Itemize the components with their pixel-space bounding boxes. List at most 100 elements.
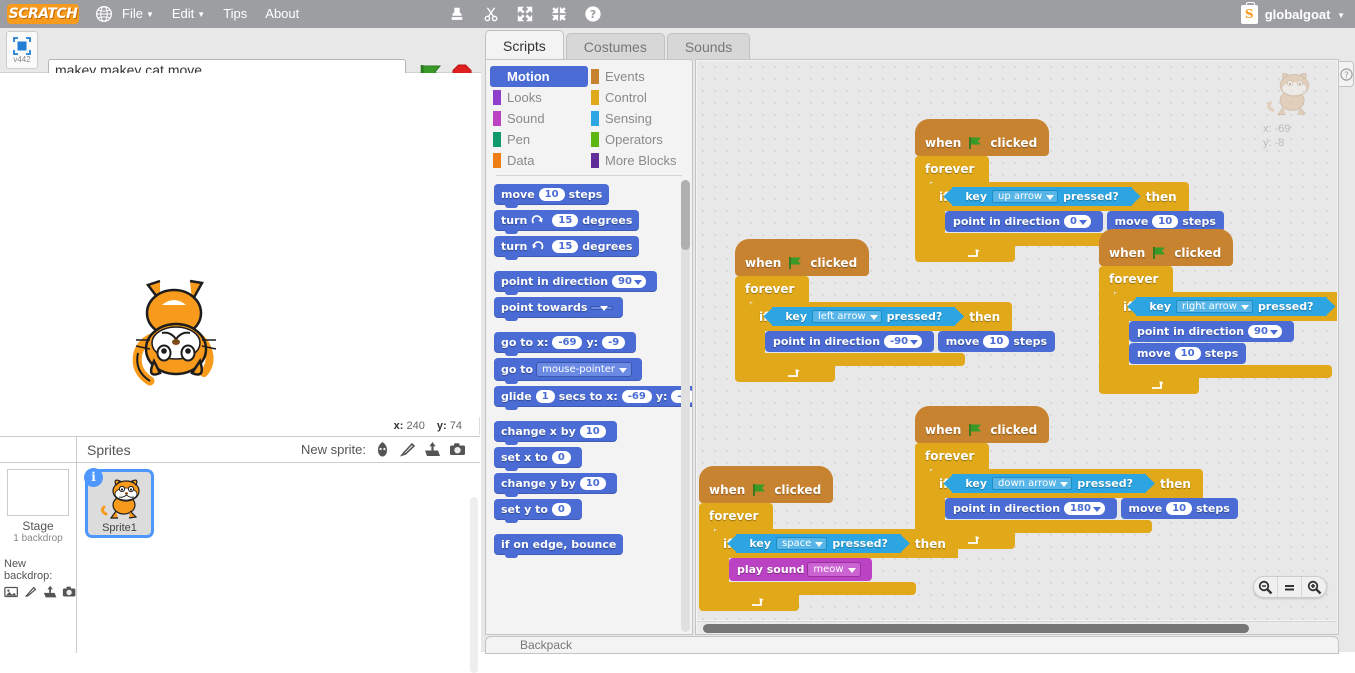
- block-input-degrees[interactable]: 15: [552, 240, 579, 253]
- palette-scrollbar-thumb[interactable]: [681, 180, 690, 250]
- block-point-in-direction[interactable]: point in direction 90: [1129, 321, 1294, 342]
- hat-when-flag-clicked[interactable]: when clicked: [735, 239, 870, 276]
- if-block[interactable]: if key down arrow: [930, 469, 1238, 533]
- script-right-arrow[interactable]: when clicked forever key right arrow pre…: [1099, 229, 1337, 394]
- block-input-dy[interactable]: 10: [579, 477, 606, 490]
- steps-input[interactable]: 10: [1174, 347, 1201, 360]
- hat-when-flag-clicked[interactable]: when clicked: [699, 466, 834, 503]
- block-input-secs[interactable]: 1: [535, 390, 555, 403]
- scripts-hscrollbar-track[interactable]: [697, 621, 1337, 634]
- steps-input[interactable]: 10: [1152, 215, 1179, 228]
- palette-block-move[interactable]: move 10 steps: [494, 184, 610, 208]
- block-input-y[interactable]: -9: [602, 336, 626, 349]
- upload-icon[interactable]: [424, 441, 441, 458]
- forever-block[interactable]: forever if key: [915, 443, 1238, 549]
- tab-scripts[interactable]: Scripts: [485, 30, 564, 60]
- palette-block-turn-ccw[interactable]: turn 15 degrees: [494, 236, 640, 260]
- block-input-steps[interactable]: 10: [538, 188, 565, 201]
- account-menu[interactable]: globalgoat ▼: [1265, 7, 1345, 22]
- key-pressed-boolean[interactable]: key right arrow pressed?: [1136, 297, 1327, 316]
- stage-sprite-cat[interactable]: [122, 271, 222, 389]
- grow-icon[interactable]: [516, 5, 534, 23]
- block-dropdown-towards[interactable]: [590, 305, 614, 311]
- category-sensing[interactable]: Sensing: [588, 108, 686, 129]
- key-pressed-boolean[interactable]: key left arrow pressed?: [772, 307, 956, 326]
- key-pressed-boolean[interactable]: key up arrow pressed?: [952, 187, 1132, 206]
- if-block[interactable]: if key left arrow: [750, 302, 1055, 366]
- zoom-reset-button[interactable]: [1278, 577, 1302, 597]
- script-down-arrow[interactable]: when clicked forever key down arrow pres…: [915, 406, 1238, 549]
- block-input-degrees[interactable]: 15: [552, 214, 579, 227]
- key-dropdown[interactable]: down arrow: [992, 477, 1073, 490]
- direction-dropdown[interactable]: 180: [1064, 502, 1105, 515]
- hat-when-flag-clicked[interactable]: when clicked: [915, 406, 1050, 443]
- palette-block-set-y-to[interactable]: set y to 0: [494, 499, 582, 523]
- scratch-logo[interactable]: SCRATCH: [7, 4, 79, 24]
- palette-block-go-to-target[interactable]: go to mouse-pointer: [494, 358, 643, 384]
- block-input-x[interactable]: -69: [621, 390, 652, 403]
- if-block[interactable]: if key right arrow: [1114, 292, 1337, 378]
- category-motion[interactable]: Motion: [490, 66, 588, 87]
- forever-block[interactable]: forever if key: [735, 276, 1055, 382]
- menu-about[interactable]: About: [256, 0, 308, 28]
- block-move-steps[interactable]: move 10 steps: [937, 331, 1055, 352]
- palette-block-point-in-direction[interactable]: point in direction 90: [494, 271, 657, 295]
- key-pressed-boolean[interactable]: key down arrow pressed?: [952, 474, 1146, 493]
- block-input-x[interactable]: -69: [552, 336, 583, 349]
- category-more-blocks[interactable]: More Blocks: [588, 150, 686, 171]
- scripts-canvas[interactable]: x: -69 y: -8 when clicked forever key up…: [697, 61, 1337, 620]
- palette-block-set-x-to[interactable]: set x to 0: [494, 447, 582, 471]
- script-left-arrow[interactable]: when clicked forever key left arrow pres…: [735, 239, 1055, 382]
- help-panel-button[interactable]: ?: [1339, 61, 1354, 87]
- picture-icon[interactable]: [4, 584, 18, 600]
- menu-edit[interactable]: Edit ▼: [163, 0, 214, 28]
- block-point-in-direction[interactable]: point in direction -90: [765, 331, 935, 352]
- category-sound[interactable]: Sound: [490, 108, 588, 129]
- sprite-item-sprite1[interactable]: i Sprite1: [84, 468, 154, 538]
- category-data[interactable]: Data: [490, 150, 588, 171]
- scripts-hscrollbar-thumb[interactable]: [703, 624, 1249, 633]
- block-input-dx[interactable]: 10: [579, 425, 606, 438]
- key-pressed-boolean[interactable]: key space pressed?: [736, 534, 901, 553]
- steps-input[interactable]: 10: [1166, 502, 1193, 515]
- library-icon[interactable]: [374, 441, 391, 458]
- key-dropdown[interactable]: left arrow: [812, 310, 882, 323]
- block-input-y[interactable]: 0: [551, 503, 571, 516]
- block-play-sound[interactable]: play sound meow: [729, 558, 872, 581]
- block-dropdown-target[interactable]: mouse-pointer: [536, 362, 633, 377]
- menu-file[interactable]: File ▼: [113, 0, 163, 28]
- zoom-in-button[interactable]: [1302, 577, 1326, 597]
- stage[interactable]: [0, 73, 480, 417]
- palette-block-if-on-edge-bounce[interactable]: if on edge, bounce: [494, 534, 624, 558]
- category-pen[interactable]: Pen: [490, 129, 588, 150]
- sprite-list-scrollbar[interactable]: [470, 497, 478, 673]
- category-looks[interactable]: Looks: [490, 87, 588, 108]
- palette-block-change-y-by[interactable]: change y by 10: [494, 473, 617, 497]
- block-point-in-direction[interactable]: point in direction 180: [945, 498, 1117, 519]
- category-control[interactable]: Control: [588, 87, 686, 108]
- direction-dropdown[interactable]: 90: [1248, 325, 1282, 338]
- menu-tips[interactable]: Tips: [214, 0, 256, 28]
- palette-block-point-towards[interactable]: point towards: [494, 297, 624, 321]
- key-dropdown[interactable]: up arrow: [992, 190, 1059, 203]
- globe-icon[interactable]: [95, 5, 113, 23]
- stage-selector[interactable]: Stage 1 backdrop: [0, 469, 76, 544]
- forever-block[interactable]: forever if key: [1099, 266, 1337, 394]
- camera-icon[interactable]: [449, 441, 466, 458]
- zoom-out-button[interactable]: [1254, 577, 1278, 597]
- sound-dropdown[interactable]: meow: [807, 562, 861, 577]
- block-move-steps[interactable]: move 10 steps: [1120, 498, 1238, 519]
- tab-costumes[interactable]: Costumes: [565, 33, 665, 60]
- script-space-meow[interactable]: when clicked forever key space pressed? …: [699, 466, 958, 611]
- shrink-icon[interactable]: [550, 5, 568, 23]
- paint-icon[interactable]: [23, 584, 37, 600]
- backpack-bar[interactable]: Backpack: [485, 636, 1339, 654]
- fullscreen-button[interactable]: v442: [6, 31, 38, 69]
- palette-block-turn-cw[interactable]: turn 15 degrees: [494, 210, 640, 234]
- forever-block[interactable]: forever if key: [699, 503, 958, 611]
- paint-icon[interactable]: [399, 441, 416, 458]
- block-input-x[interactable]: 0: [551, 451, 571, 464]
- direction-dropdown[interactable]: 0: [1064, 215, 1091, 228]
- scissors-icon[interactable]: [482, 5, 500, 23]
- palette-block-glide[interactable]: glide 1 secs to x: -69 y: -9: [494, 386, 692, 410]
